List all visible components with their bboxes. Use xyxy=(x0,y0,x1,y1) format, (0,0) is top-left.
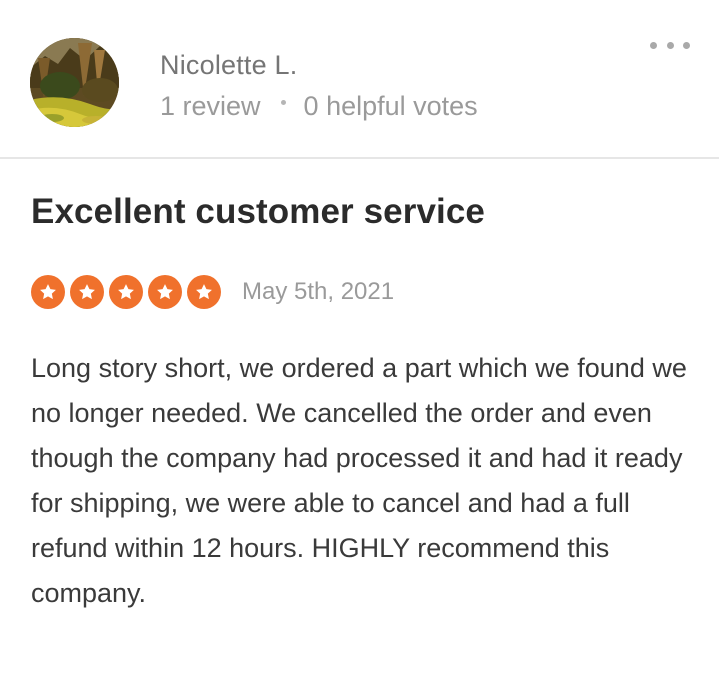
landscape-photo-avatar-icon xyxy=(30,38,119,127)
helpful-votes-count: 0 helpful votes xyxy=(303,91,478,121)
review-title: Excellent customer service xyxy=(31,192,485,231)
more-options-button[interactable] xyxy=(650,34,690,56)
reviewer-name[interactable]: Nicolette L. xyxy=(160,50,297,81)
more-dots-icon xyxy=(650,41,657,49)
review-card: Nicolette L. 1 review 0 helpful votes Ex… xyxy=(0,0,719,680)
star-icon xyxy=(148,275,182,309)
review-date: May 5th, 2021 xyxy=(242,278,395,305)
review-count: 1 review xyxy=(160,91,261,121)
star-icon xyxy=(31,275,65,309)
star-icon xyxy=(70,275,104,309)
more-dots-icon xyxy=(683,41,690,49)
reviewer-header: Nicolette L. 1 review 0 helpful votes xyxy=(0,0,719,158)
more-dots-icon xyxy=(666,41,674,49)
star-icon xyxy=(109,275,143,309)
reviewer-stats: 1 review 0 helpful votes xyxy=(160,91,478,122)
star-rating xyxy=(31,275,226,309)
review-body: Long story short, we ordered a part whic… xyxy=(31,353,687,608)
star-icon xyxy=(187,275,221,309)
rating-row: May 5th, 2021 xyxy=(31,274,394,310)
header-divider xyxy=(0,157,719,159)
separator-dot xyxy=(280,100,286,105)
reviewer-avatar[interactable] xyxy=(30,38,119,127)
